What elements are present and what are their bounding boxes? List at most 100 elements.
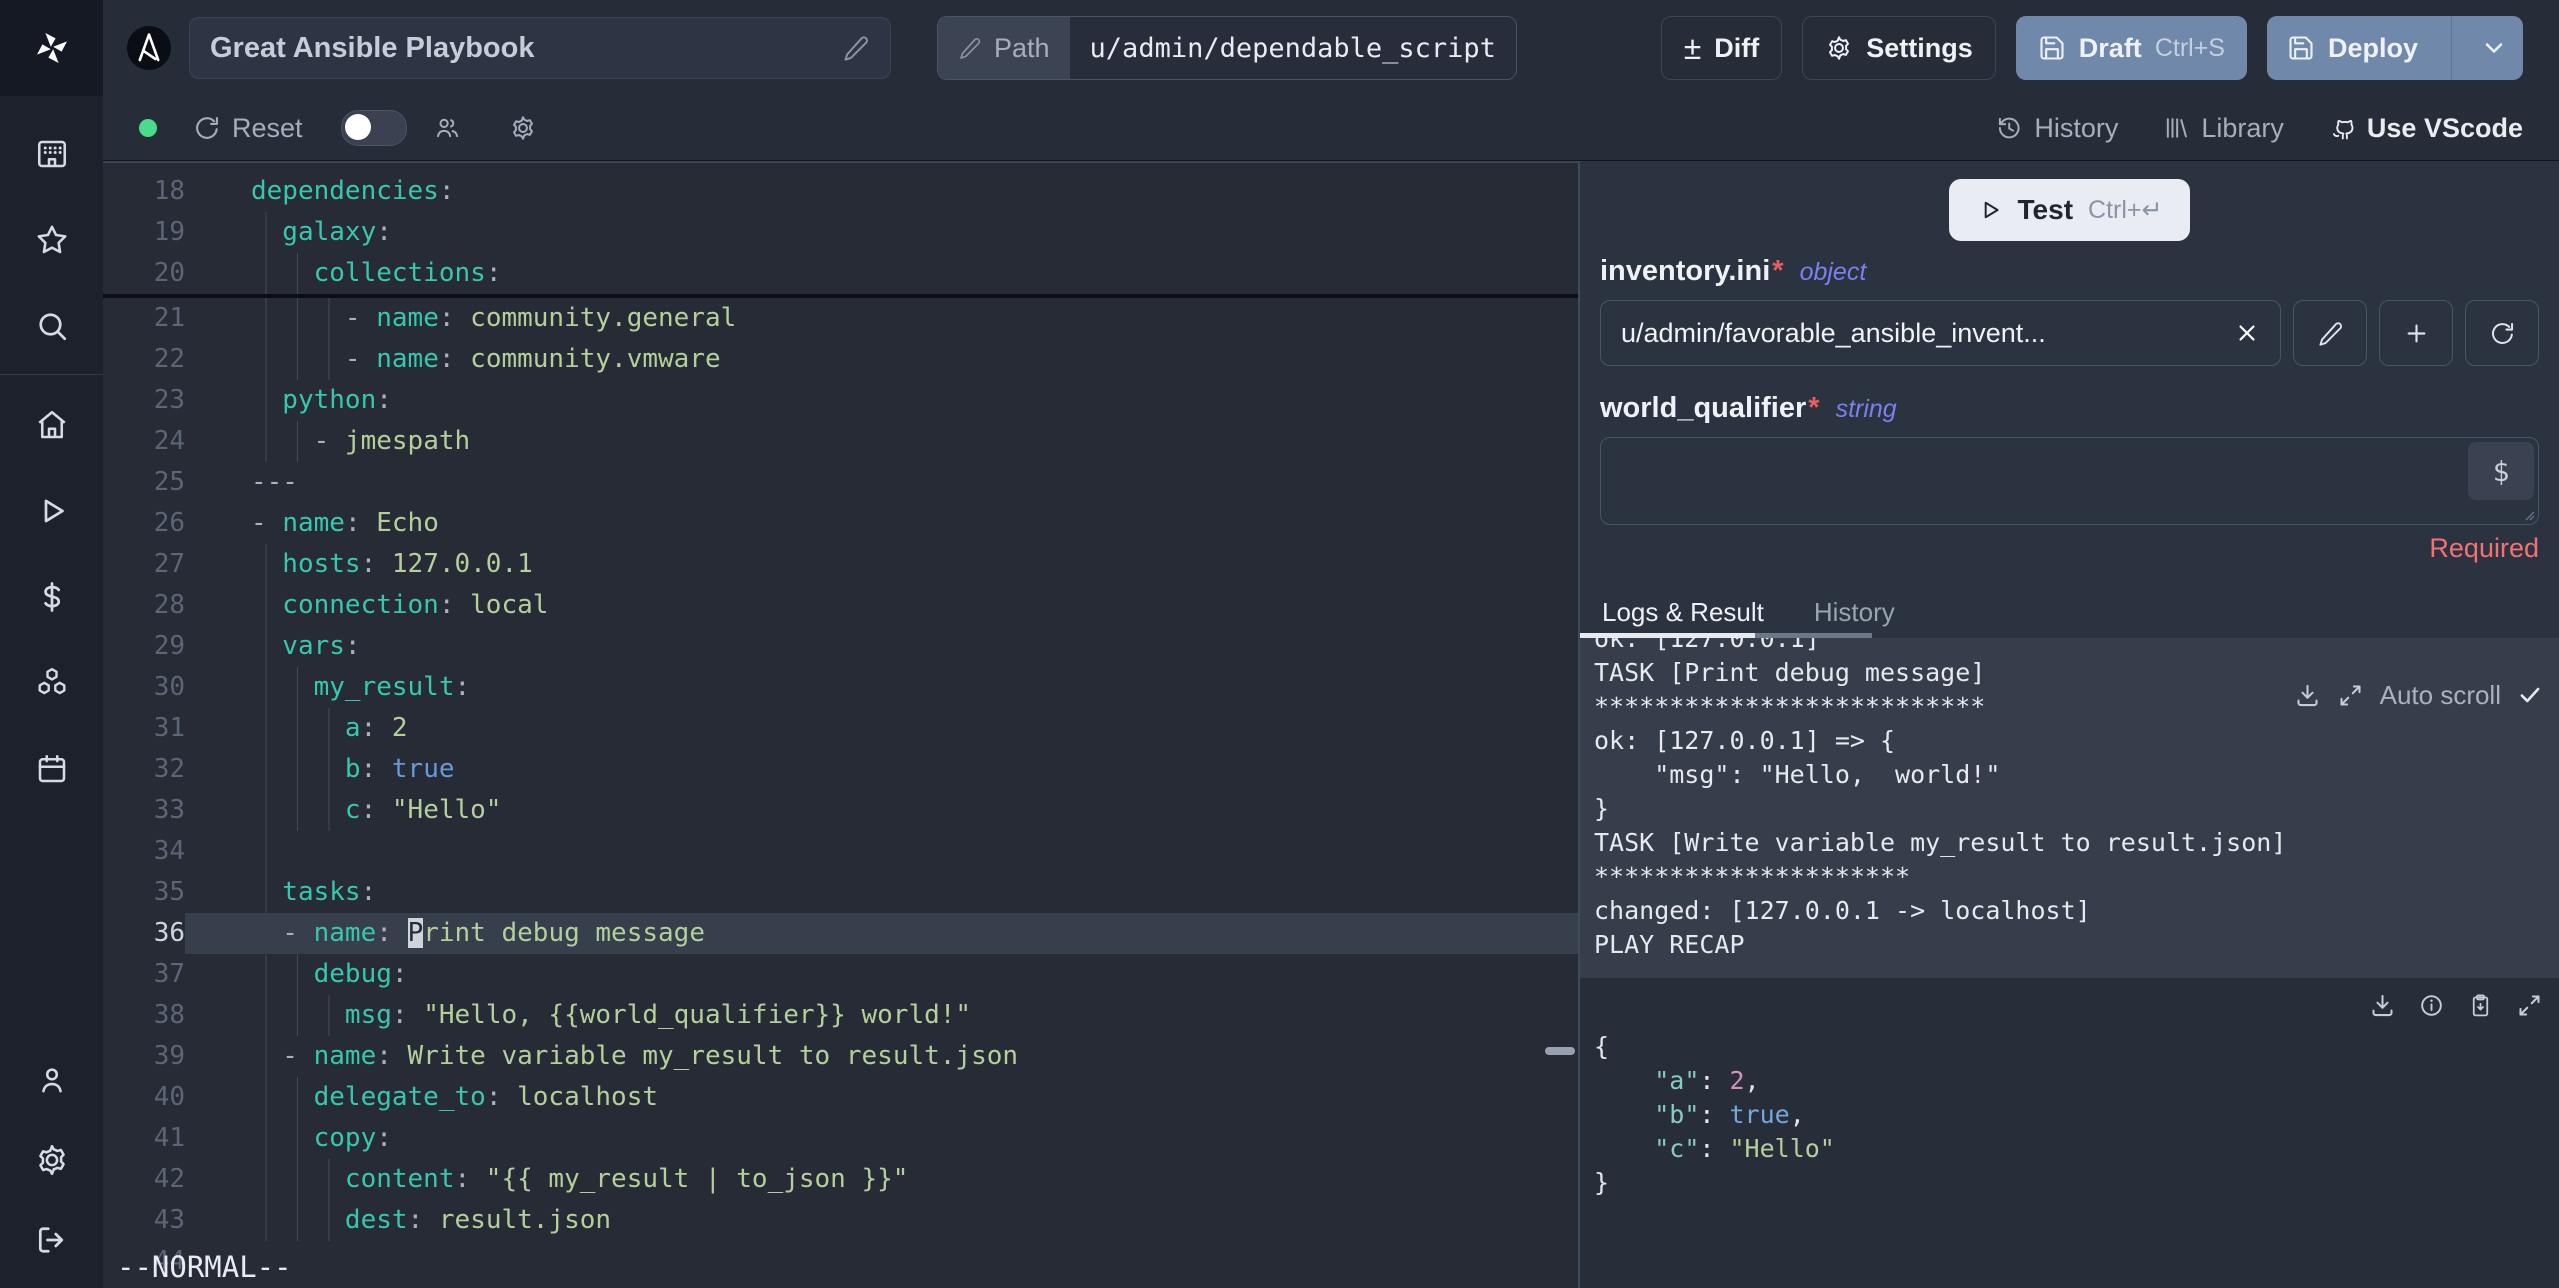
settings-button[interactable]: Settings — [1802, 16, 1996, 80]
draft-button[interactable]: Draft Ctrl+S — [2015, 16, 2247, 80]
clear-x-icon[interactable] — [2234, 320, 2260, 346]
code-line-27[interactable]: 27 hosts: 127.0.0.1 — [103, 544, 1578, 585]
copy-clipboard-icon[interactable] — [2467, 992, 2494, 1019]
path-field[interactable]: Path u/admin/dependable_script — [937, 16, 1517, 80]
schedules-calendar-icon[interactable] — [34, 751, 70, 787]
user-icon[interactable] — [34, 1062, 70, 1098]
world-qualifier-textarea[interactable]: $ — [1600, 437, 2539, 525]
save-icon — [2289, 36, 2313, 60]
search-icon[interactable] — [34, 308, 70, 344]
code-line-31[interactable]: 31 a: 2 — [103, 708, 1578, 749]
code-line-40[interactable]: 40 delegate_to: localhost — [103, 1077, 1578, 1118]
edit-resource-button[interactable] — [2293, 300, 2367, 366]
runs-play-icon[interactable] — [34, 493, 70, 529]
deploy-dropdown[interactable] — [2465, 16, 2523, 80]
code-line-26[interactable]: 26 - name: Echo — [103, 503, 1578, 544]
line-number: 40 — [153, 1082, 185, 1112]
panel-resize-handle[interactable] — [1545, 1047, 1575, 1055]
refresh-resource-button[interactable] — [2465, 300, 2539, 366]
code-line-29[interactable]: 29 vars: — [103, 626, 1578, 667]
download-logs-icon[interactable] — [2294, 682, 2321, 709]
result-viewer[interactable]: { "a": 2, "b": true, "c": "Hello"} — [1580, 978, 2559, 1288]
code-line-32[interactable]: 32 b: true — [103, 749, 1578, 790]
line-number: 36 — [153, 918, 185, 948]
resources-cubes-icon[interactable] — [34, 665, 70, 701]
code-line-22[interactable]: 22 - name: community.vmware — [103, 339, 1578, 380]
history-button[interactable]: History — [1995, 113, 2118, 144]
tab-logs-result[interactable]: Logs & Result — [1602, 597, 1764, 628]
assistant-toggle[interactable] — [340, 110, 407, 146]
code-editor[interactable]: 18 dependencies: 19 galaxy: 20 collections:… — [103, 161, 1578, 1288]
result-json-line: { — [1594, 1032, 1610, 1061]
code-line-21[interactable]: 21 - name: community.general — [103, 298, 1578, 339]
code-line-38[interactable]: 38 msg: "Hello, {{world_qualifier}} worl… — [103, 995, 1578, 1036]
save-icon — [2040, 36, 2064, 60]
code-line-18[interactable]: 18 dependencies: — [103, 171, 1578, 212]
code-line-25[interactable]: 25 --- — [103, 462, 1578, 503]
code-line-44[interactable]: 44 — [103, 1241, 1578, 1282]
code-line-28[interactable]: 28 connection: local — [103, 585, 1578, 626]
library-button[interactable]: Library — [2162, 113, 2284, 144]
diff-button[interactable]: ± Diff — [1660, 16, 1783, 80]
code-line-33[interactable]: 33 c: "Hello" — [103, 790, 1578, 831]
workspace-icon[interactable] — [34, 136, 70, 172]
line-number: 23 — [153, 385, 185, 415]
favorites-star-icon[interactable] — [34, 222, 70, 258]
edit-path-pencil-icon — [960, 38, 981, 59]
inventory-resource-input[interactable]: u/admin/favorable_ansible_invent... — [1600, 300, 2281, 366]
code-text: - name: community.general — [251, 298, 737, 339]
autoscroll-label: Auto scroll — [2379, 680, 2501, 710]
resize-grip-icon[interactable] — [2520, 506, 2536, 522]
test-shortcut: Ctrl+↵ — [2088, 196, 2163, 224]
code-line-41[interactable]: 41 copy: — [103, 1118, 1578, 1159]
code-line-35[interactable]: 35 tasks: — [103, 872, 1578, 913]
code-text: delegate_to: localhost — [251, 1077, 659, 1118]
code-line-42[interactable]: 42 content: "{{ my_result | to_json }}" — [103, 1159, 1578, 1200]
autoscroll-check-icon[interactable] — [2517, 682, 2543, 708]
line-number: 27 — [153, 549, 185, 579]
code-line-19[interactable]: 19 galaxy: — [103, 212, 1578, 253]
code-line-39[interactable]: 39 - name: Write variable my_result to r… — [103, 1036, 1578, 1077]
download-result-icon[interactable] — [2369, 992, 2396, 1019]
settings-gear-icon[interactable] — [34, 1142, 70, 1178]
use-vscode-button[interactable]: Use VScode — [2328, 113, 2523, 144]
path-value[interactable]: u/admin/dependable_script — [1069, 17, 1516, 79]
expand-logs-icon[interactable] — [2337, 682, 2364, 709]
expand-result-icon[interactable] — [2516, 992, 2543, 1019]
collaborators-button[interactable] — [433, 114, 461, 142]
log-output[interactable]: ok: [127.0.0.1] TASK [Print debug message… — [1580, 638, 2559, 978]
line-number: 32 — [153, 754, 185, 784]
home-icon[interactable] — [34, 407, 70, 443]
deploy-button[interactable]: Deploy — [2266, 16, 2523, 80]
line-number: 38 — [153, 1000, 185, 1030]
tab-history[interactable]: History — [1814, 597, 1895, 628]
info-icon[interactable] — [2418, 992, 2445, 1019]
code-line-23[interactable]: 23 python: — [103, 380, 1578, 421]
code-line-36[interactable]: 36 - name: Print debug message — [103, 913, 1578, 954]
code-text: content: "{{ my_result | to_json }}" — [251, 1159, 909, 1200]
edit-title-pencil-icon[interactable] — [842, 34, 870, 62]
test-button[interactable]: Test Ctrl+↵ — [1948, 179, 2191, 241]
variable-picker-button[interactable]: $ — [2468, 442, 2534, 500]
code-line-30[interactable]: 30 my_result: — [103, 667, 1578, 708]
reset-button[interactable]: Reset — [193, 113, 303, 144]
variables-dollar-icon[interactable] — [34, 579, 70, 615]
line-number: 34 — [153, 836, 185, 866]
code-line-43[interactable]: 43 dest: result.json — [103, 1200, 1578, 1241]
code-text: --- — [251, 467, 298, 497]
add-resource-button[interactable] — [2379, 300, 2453, 366]
path-label-segment: Path — [938, 17, 1070, 79]
code-line-20[interactable]: 20 collections: — [103, 253, 1578, 298]
editor-settings-button[interactable] — [509, 114, 537, 142]
library-label: Library — [2201, 112, 2284, 143]
rail-divider — [0, 374, 103, 375]
field-world-qualifier: world_qualifier * string $ Required — [1580, 392, 2559, 564]
script-title-input[interactable]: Great Ansible Playbook — [189, 17, 891, 79]
code-line-34[interactable]: 34 — [103, 831, 1578, 872]
windmill-logo[interactable] — [0, 0, 103, 96]
code-line-24[interactable]: 24 - jmespath — [103, 421, 1578, 462]
logout-icon[interactable] — [34, 1222, 70, 1258]
vim-mode-indicator: --NORMAL-- — [117, 1250, 292, 1284]
code-lines: 18 dependencies: 19 galaxy: 20 collections:… — [103, 163, 1578, 1282]
code-line-37[interactable]: 37 debug: — [103, 954, 1578, 995]
